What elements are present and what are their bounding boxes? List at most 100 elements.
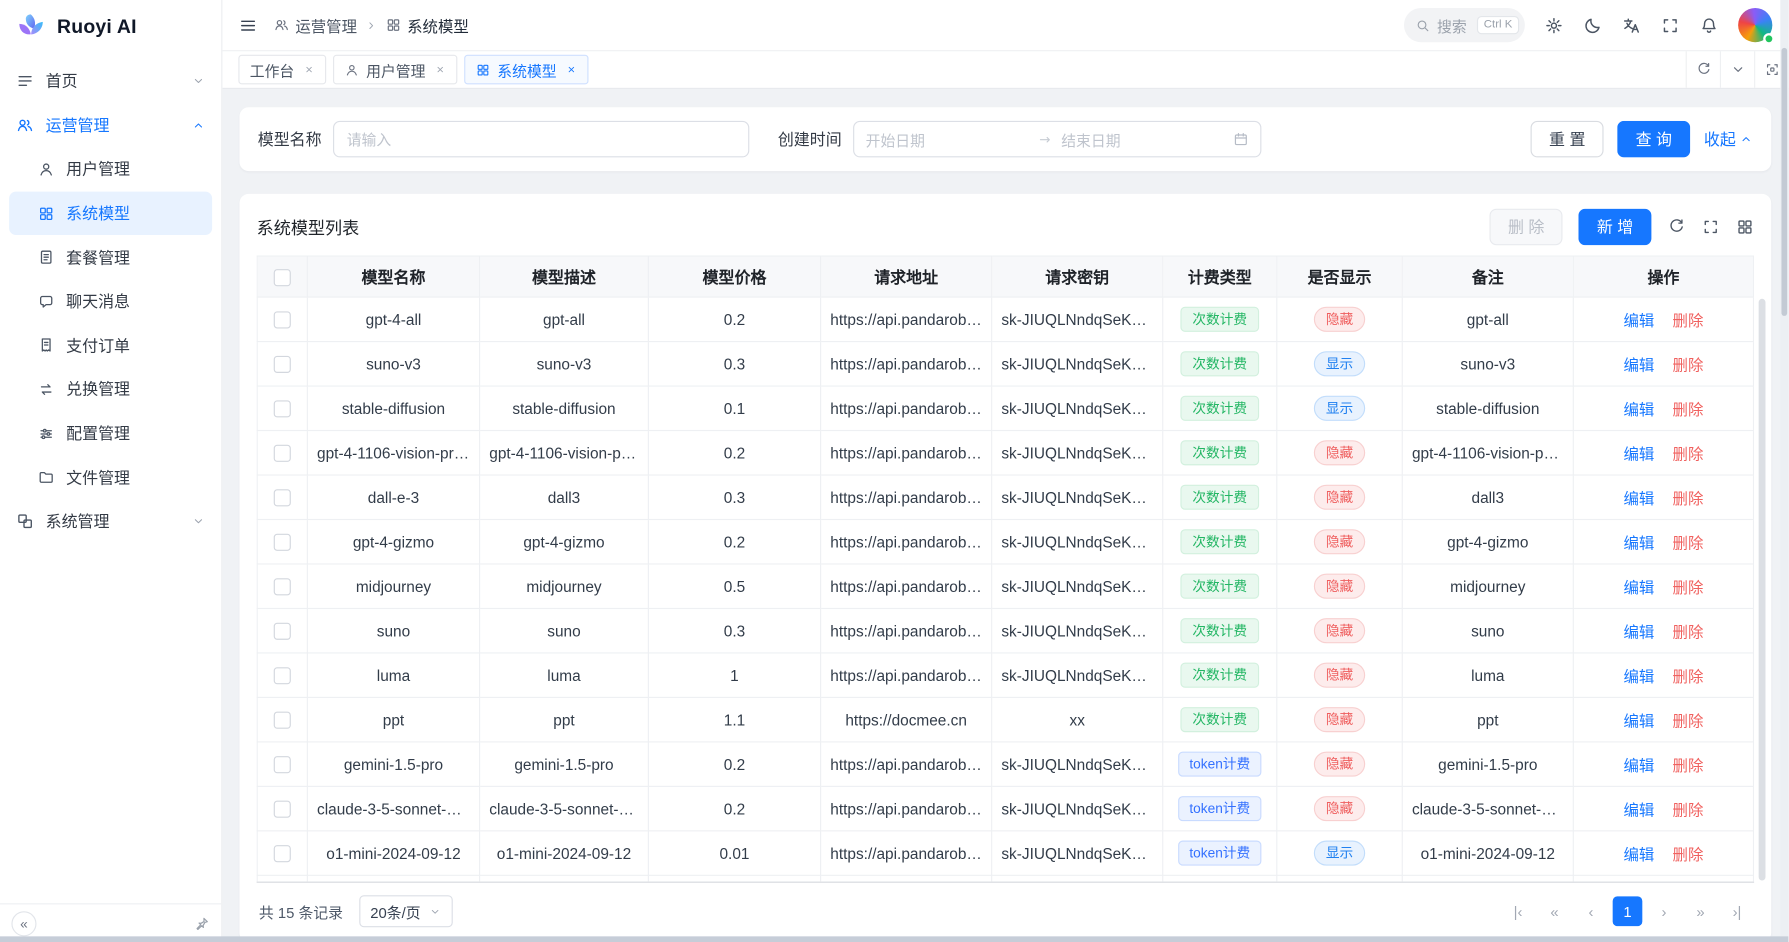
close-icon[interactable] bbox=[566, 64, 577, 75]
reset-button[interactable]: 重 置 bbox=[1531, 121, 1604, 157]
table-vertical-scrollbar[interactable] bbox=[1759, 299, 1766, 881]
table-fullscreen-button[interactable] bbox=[1702, 218, 1720, 236]
row-checkbox[interactable] bbox=[274, 356, 291, 373]
delete-link[interactable]: 删除 bbox=[1673, 757, 1704, 774]
date-range-picker[interactable]: 开始日期 结束日期 bbox=[853, 121, 1261, 157]
notification-button[interactable] bbox=[1699, 15, 1718, 34]
row-checkbox[interactable] bbox=[274, 578, 291, 595]
chevron-down-icon bbox=[192, 515, 206, 529]
cell-request-url: https://api.pandarobo... bbox=[821, 475, 992, 519]
delete-link[interactable]: 删除 bbox=[1673, 668, 1704, 685]
forward-pages-button[interactable]: » bbox=[1686, 896, 1716, 926]
next-page-button[interactable]: › bbox=[1649, 896, 1679, 926]
cell-model-desc: gemini-1.5-pro bbox=[480, 742, 649, 786]
batch-delete-button[interactable]: 删 除 bbox=[1490, 209, 1563, 245]
delete-link[interactable]: 删除 bbox=[1673, 624, 1704, 641]
edit-link[interactable]: 编辑 bbox=[1624, 802, 1655, 819]
delete-link[interactable]: 删除 bbox=[1673, 446, 1704, 463]
delete-link[interactable]: 删除 bbox=[1673, 713, 1704, 730]
row-checkbox[interactable] bbox=[274, 756, 291, 773]
select-all-checkbox[interactable] bbox=[274, 269, 291, 286]
row-checkbox[interactable] bbox=[274, 623, 291, 640]
row-checkbox[interactable] bbox=[274, 667, 291, 684]
table-columns-button[interactable] bbox=[1736, 218, 1754, 236]
sidebar-item-home[interactable]: 首页 bbox=[0, 59, 221, 103]
table-scroll-area[interactable]: 模型名称模型描述模型价格请求地址请求密钥计费类型是否显示备注操作 gpt-4-a… bbox=[257, 255, 1754, 882]
sidebar-item-file-manage[interactable]: 文件管理 bbox=[9, 455, 212, 499]
close-icon[interactable] bbox=[303, 64, 314, 75]
edit-link[interactable]: 编辑 bbox=[1624, 624, 1655, 641]
sidebar-toggle-button[interactable] bbox=[238, 15, 257, 34]
sidebar-item-system-manage[interactable]: 系统管理 bbox=[0, 499, 221, 543]
user-avatar[interactable] bbox=[1738, 8, 1772, 42]
cell-visibility: 隐藏 bbox=[1277, 475, 1402, 519]
collapse-filter-button[interactable]: 收起 bbox=[1704, 128, 1753, 151]
delete-link[interactable]: 删除 bbox=[1673, 802, 1704, 819]
tab-refresh-button[interactable] bbox=[1686, 51, 1720, 87]
sidebar-item-redeem-manage[interactable]: 兑换管理 bbox=[9, 367, 212, 411]
global-search[interactable]: 搜索 Ctrl K bbox=[1404, 8, 1525, 42]
edit-link[interactable]: 编辑 bbox=[1624, 401, 1655, 418]
sidebar-item-operations[interactable]: 运营管理 bbox=[0, 103, 221, 147]
settings-button[interactable] bbox=[1544, 15, 1563, 34]
back-pages-button[interactable]: « bbox=[1540, 896, 1570, 926]
delete-link[interactable]: 删除 bbox=[1673, 357, 1704, 374]
window-vertical-scrollbar-thumb[interactable] bbox=[1781, 48, 1787, 316]
delete-link[interactable]: 删除 bbox=[1673, 401, 1704, 418]
last-page-button[interactable]: ›| bbox=[1722, 896, 1752, 926]
row-checkbox[interactable] bbox=[274, 489, 291, 506]
edit-link[interactable]: 编辑 bbox=[1624, 579, 1655, 596]
sidebar-pin-button[interactable] bbox=[194, 915, 210, 931]
first-page-button[interactable]: |‹ bbox=[1503, 896, 1533, 926]
prev-page-button[interactable]: ‹ bbox=[1576, 896, 1606, 926]
delete-link[interactable]: 删除 bbox=[1673, 579, 1704, 596]
row-checkbox[interactable] bbox=[274, 845, 291, 862]
sidebar-item-chat-message[interactable]: 聊天消息 bbox=[9, 279, 212, 323]
row-checkbox[interactable] bbox=[274, 400, 291, 417]
dark-mode-button[interactable] bbox=[1583, 15, 1602, 34]
sidebar-item-package-manage[interactable]: 套餐管理 bbox=[9, 235, 212, 279]
sidebar-item-config-manage[interactable]: 配置管理 bbox=[9, 411, 212, 455]
fullscreen-button[interactable] bbox=[1661, 15, 1680, 34]
edit-link[interactable]: 编辑 bbox=[1624, 535, 1655, 552]
edit-link[interactable]: 编辑 bbox=[1624, 490, 1655, 507]
edit-link[interactable]: 编辑 bbox=[1624, 713, 1655, 730]
window-horizontal-scrollbar[interactable] bbox=[0, 936, 1788, 942]
model-name-input[interactable] bbox=[333, 121, 749, 157]
translate-button[interactable] bbox=[1622, 15, 1641, 34]
sidebar-collapse-button[interactable]: « bbox=[11, 911, 36, 936]
page-size-select[interactable]: 20条/页 bbox=[359, 895, 453, 927]
row-checkbox[interactable] bbox=[274, 534, 291, 551]
delete-link[interactable]: 删除 bbox=[1673, 535, 1704, 552]
edit-link[interactable]: 编辑 bbox=[1624, 446, 1655, 463]
current-page-button[interactable]: 1 bbox=[1613, 896, 1643, 926]
add-button[interactable]: 新 增 bbox=[1579, 209, 1652, 245]
row-checkbox[interactable] bbox=[274, 712, 291, 729]
edit-link[interactable]: 编辑 bbox=[1624, 846, 1655, 863]
row-checkbox[interactable] bbox=[274, 445, 291, 462]
close-icon[interactable] bbox=[435, 64, 446, 75]
sidebar-item-user-manage[interactable]: 用户管理 bbox=[9, 147, 212, 191]
search-button[interactable]: 查 询 bbox=[1617, 121, 1690, 157]
delete-link[interactable]: 删除 bbox=[1673, 312, 1704, 329]
sidebar-item-payment-order[interactable]: 支付订单 bbox=[9, 323, 212, 367]
breadcrumb-item[interactable]: 系统模型 bbox=[385, 14, 468, 37]
breadcrumb-item[interactable]: 运营管理 bbox=[274, 14, 357, 37]
tab-menu-button[interactable] bbox=[1720, 51, 1754, 87]
tab-system-model[interactable]: 系统模型 bbox=[464, 55, 588, 85]
edit-link[interactable]: 编辑 bbox=[1624, 312, 1655, 329]
app-logo[interactable]: Ruoyi AI bbox=[0, 0, 221, 55]
edit-link[interactable]: 编辑 bbox=[1624, 357, 1655, 374]
row-checkbox[interactable] bbox=[274, 801, 291, 818]
delete-link[interactable]: 删除 bbox=[1673, 490, 1704, 507]
tab-workbench[interactable]: 工作台 bbox=[238, 55, 326, 85]
edit-link[interactable]: 编辑 bbox=[1624, 668, 1655, 685]
table-refresh-button[interactable] bbox=[1667, 218, 1685, 236]
sidebar-item-system-model[interactable]: 系统模型 bbox=[9, 191, 212, 235]
delete-link[interactable]: 删除 bbox=[1673, 846, 1704, 863]
tab-user-manage[interactable]: 用户管理 bbox=[333, 55, 457, 85]
column-header: 请求地址 bbox=[821, 256, 992, 297]
edit-link[interactable]: 编辑 bbox=[1624, 757, 1655, 774]
window-vertical-scrollbar[interactable] bbox=[1780, 0, 1788, 942]
row-checkbox[interactable] bbox=[274, 311, 291, 328]
